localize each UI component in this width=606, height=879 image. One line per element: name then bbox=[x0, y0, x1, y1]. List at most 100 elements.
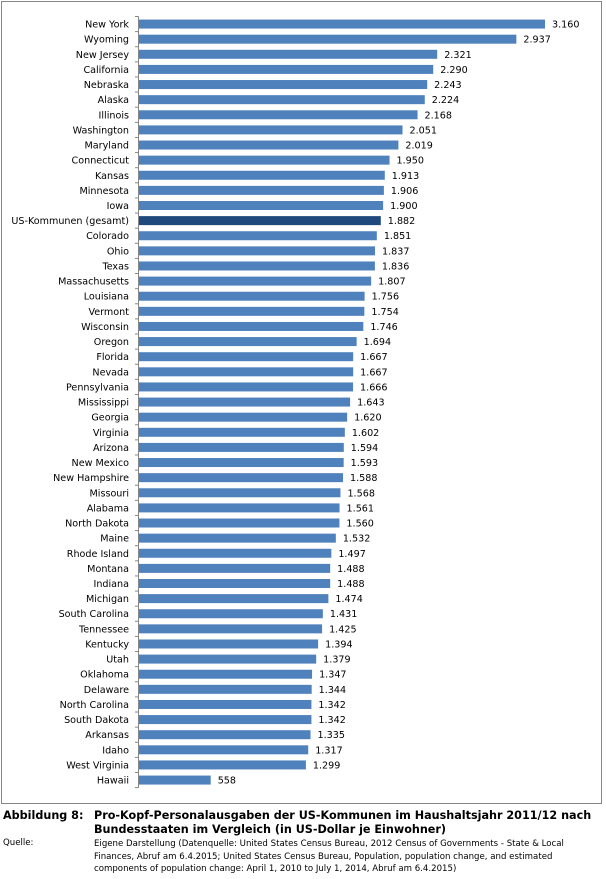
category-label: Idaho bbox=[102, 745, 129, 756]
source-text: Eigene Darstellung (Datenquelle: United … bbox=[94, 839, 564, 874]
value-label: 1.746 bbox=[370, 322, 397, 333]
bar bbox=[139, 382, 354, 392]
value-label: 1.568 bbox=[347, 488, 374, 499]
bar bbox=[139, 624, 323, 634]
value-label: 2.168 bbox=[425, 110, 452, 121]
value-label: 1.425 bbox=[329, 624, 356, 635]
bar bbox=[139, 533, 336, 543]
value-label: 1.561 bbox=[347, 503, 374, 514]
category-label: Nebraska bbox=[84, 80, 129, 91]
bar bbox=[139, 427, 345, 437]
bar-chart: New York 3.160 Wyoming 2.937 New Jersey 2.321… bbox=[11, 16, 579, 789]
bar bbox=[139, 64, 434, 74]
value-label: 1.394 bbox=[325, 639, 352, 650]
value-label: 1.344 bbox=[319, 685, 346, 696]
value-label: 1.474 bbox=[335, 594, 362, 605]
category-label: Texas bbox=[101, 261, 129, 272]
bar-highlight bbox=[139, 216, 381, 226]
category-label: Nevada bbox=[92, 367, 129, 378]
value-label: 1.694 bbox=[364, 337, 391, 348]
bar bbox=[139, 49, 438, 59]
category-label: Ohio bbox=[107, 246, 129, 257]
category-label: Tennessee bbox=[78, 624, 129, 635]
bar bbox=[139, 699, 312, 709]
bar bbox=[139, 337, 357, 347]
value-label: 3.160 bbox=[552, 20, 579, 31]
bar bbox=[139, 246, 376, 256]
value-label: 1.342 bbox=[318, 715, 345, 726]
bar bbox=[139, 684, 312, 694]
bar bbox=[139, 488, 341, 498]
category-label: Oklahoma bbox=[80, 670, 129, 681]
value-label: 1.756 bbox=[372, 292, 399, 303]
category-label: Maine bbox=[100, 534, 129, 545]
bar bbox=[139, 19, 545, 29]
value-label: 1.431 bbox=[330, 609, 357, 620]
category-label: Wisconsin bbox=[81, 322, 129, 333]
value-label: 2.243 bbox=[434, 80, 461, 91]
bar bbox=[139, 730, 311, 740]
bar bbox=[139, 155, 390, 165]
bar bbox=[139, 306, 365, 316]
category-label: North Carolina bbox=[60, 700, 129, 711]
value-label: 1.836 bbox=[382, 261, 409, 272]
category-label: Louisiana bbox=[84, 292, 129, 303]
category-label: Wyoming bbox=[84, 35, 129, 46]
bar bbox=[139, 95, 425, 105]
value-label: 1.602 bbox=[352, 428, 379, 439]
bars-layer: New York 3.160 Wyoming 2.937 New Jersey 2.321… bbox=[11, 16, 579, 789]
category-label: Kentucky bbox=[85, 639, 129, 650]
category-label: Connecticut bbox=[72, 156, 130, 167]
value-label: 1.488 bbox=[337, 579, 364, 590]
value-label: 1.666 bbox=[360, 382, 387, 393]
bar bbox=[139, 397, 351, 407]
bar bbox=[139, 367, 354, 377]
category-label: Illinois bbox=[99, 110, 129, 121]
category-label: Vermont bbox=[88, 307, 129, 318]
bar bbox=[139, 34, 517, 44]
bar bbox=[139, 80, 428, 90]
value-label: 1.754 bbox=[371, 307, 398, 318]
value-label: 1.882 bbox=[388, 216, 415, 227]
bar bbox=[139, 518, 340, 528]
value-label: 1.667 bbox=[360, 367, 387, 378]
category-label: Maryland bbox=[85, 141, 130, 152]
category-label: South Dakota bbox=[64, 715, 129, 726]
caption-title-row: Abbildung 8: Pro-Kopf-Personalausgaben d… bbox=[3, 809, 603, 837]
value-label: 1.643 bbox=[357, 398, 384, 409]
category-label: Mississippi bbox=[78, 398, 129, 409]
category-label: New Mexico bbox=[72, 458, 130, 469]
value-label: 1.560 bbox=[346, 519, 373, 530]
category-label: Virginia bbox=[93, 428, 129, 439]
figure-caption: Abbildung 8: Pro-Kopf-Personalausgaben d… bbox=[3, 809, 603, 876]
bar bbox=[139, 654, 317, 664]
category-label: Colorado bbox=[86, 231, 129, 242]
category-label: Indiana bbox=[93, 579, 129, 590]
value-label: 1.950 bbox=[397, 156, 424, 167]
bar bbox=[139, 775, 211, 785]
category-label: Hawaii bbox=[97, 776, 129, 787]
category-label: North Dakota bbox=[65, 519, 129, 530]
bar bbox=[139, 715, 312, 725]
value-label: 1.497 bbox=[338, 549, 365, 560]
category-label: Iowa bbox=[107, 201, 129, 212]
bar bbox=[139, 760, 306, 770]
value-label: 1.807 bbox=[378, 277, 405, 288]
bar bbox=[139, 276, 372, 286]
value-label: 1.837 bbox=[382, 246, 409, 257]
bar bbox=[139, 140, 399, 150]
source-label: Quelle: bbox=[3, 838, 34, 848]
bar bbox=[139, 442, 344, 452]
bar bbox=[139, 594, 329, 604]
category-label: New York bbox=[85, 20, 129, 31]
bar bbox=[139, 669, 313, 679]
bar bbox=[139, 170, 385, 180]
category-label: Rhode Island bbox=[67, 549, 129, 560]
value-label: 2.321 bbox=[444, 50, 471, 61]
bar bbox=[139, 185, 384, 195]
category-label: US-Kommunen (gesamt) bbox=[11, 216, 129, 227]
category-label: Alaska bbox=[98, 95, 129, 106]
bar bbox=[139, 503, 340, 513]
category-label: Massachusetts bbox=[58, 277, 129, 288]
value-label: 1.532 bbox=[343, 534, 370, 545]
